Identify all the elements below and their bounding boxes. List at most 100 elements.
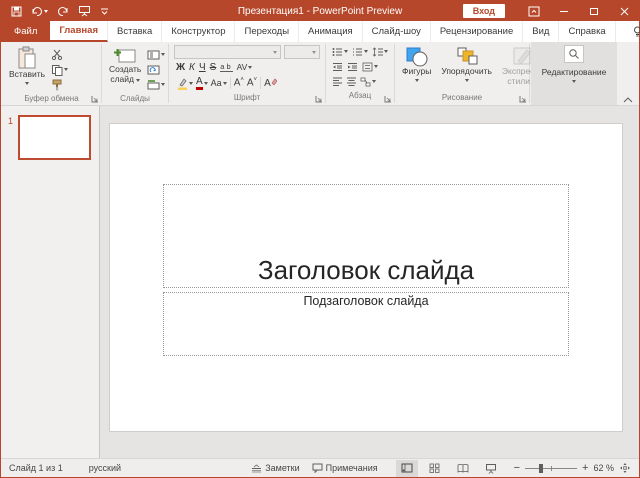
title-placeholder[interactable]: Заголовок слайда [163, 184, 569, 288]
subtitle-placeholder[interactable]: Подзаголовок слайда [163, 292, 569, 356]
normal-view-button[interactable] [396, 460, 418, 477]
notes-toggle[interactable]: Заметки [251, 463, 299, 473]
customize-qat-icon[interactable] [100, 7, 109, 16]
section-dropdown-icon[interactable] [161, 83, 165, 86]
font-color-button[interactable]: А [196, 77, 208, 90]
tab-view[interactable]: Вид [523, 21, 559, 42]
slide-sorter-view-button[interactable] [424, 460, 446, 477]
line-spacing-dropdown-icon[interactable] [384, 50, 388, 53]
new-slide-dropdown-icon[interactable] [136, 79, 140, 82]
sign-in-button[interactable]: Вход [463, 4, 505, 18]
paragraph-dialog-launcher[interactable] [384, 95, 392, 103]
tab-reference[interactable]: Справка [559, 21, 615, 42]
convert-smartart-button[interactable] [360, 77, 376, 87]
bullets-button[interactable] [332, 47, 348, 57]
editing-dropdown-icon[interactable] [572, 80, 576, 83]
slideshow-view-button[interactable] [480, 460, 502, 477]
reading-view-button[interactable] [452, 460, 474, 477]
fit-to-window-button[interactable] [619, 462, 631, 474]
minimize-button[interactable] [549, 1, 579, 21]
shrink-font-button[interactable]: А˅ [247, 77, 257, 88]
kerning-button[interactable]: AV [237, 62, 253, 72]
redo-icon[interactable] [57, 6, 69, 17]
grow-font-button[interactable]: А˄ [234, 77, 244, 88]
shapes-button[interactable]: Фигуры [398, 44, 435, 84]
undo-icon[interactable] [31, 6, 48, 17]
underline-button[interactable]: Ч [199, 62, 206, 73]
bold-button[interactable]: Ж [176, 62, 185, 73]
text-direction-button[interactable] [362, 62, 378, 72]
align-left-button[interactable] [332, 77, 342, 86]
text-direction-dropdown-icon[interactable] [374, 65, 378, 68]
slide-thumbnail[interactable] [18, 115, 91, 160]
close-button[interactable] [609, 1, 639, 21]
arrange-button[interactable]: Упорядочить [437, 44, 496, 84]
slide-layout-button[interactable] [145, 47, 167, 62]
undo-dropdown-icon[interactable] [44, 10, 48, 13]
character-spacing-button[interactable]: ab [220, 62, 232, 72]
shapes-dropdown-icon[interactable] [415, 79, 419, 82]
highlight-dropdown-icon[interactable] [189, 82, 193, 85]
font-size-combo[interactable] [284, 45, 320, 59]
start-presentation-icon[interactable] [78, 5, 91, 17]
editing-button[interactable]: Редактирование [531, 42, 617, 105]
font-size-dropdown-icon[interactable] [312, 51, 316, 54]
format-painter-button[interactable] [49, 77, 70, 92]
save-icon[interactable] [11, 6, 22, 17]
tab-insert[interactable]: Вставка [108, 21, 162, 42]
tab-home[interactable]: Главная [50, 21, 108, 42]
tab-help[interactable]: Помощь [624, 21, 640, 42]
align-center-button[interactable] [346, 77, 356, 86]
change-case-dropdown-icon[interactable] [223, 82, 227, 85]
restore-button[interactable] [579, 1, 609, 21]
copy-dropdown-icon[interactable] [64, 68, 68, 71]
increase-indent-button[interactable] [347, 62, 358, 72]
clipboard-group-label: Буфер обмена [5, 92, 98, 105]
clear-formatting-button[interactable]: А [264, 78, 277, 89]
font-color-dropdown-icon[interactable] [204, 82, 208, 85]
tab-review[interactable]: Рецензирование [431, 21, 523, 42]
cut-button[interactable] [49, 47, 70, 62]
kerning-dropdown-icon[interactable] [248, 66, 252, 69]
italic-button[interactable]: К [189, 62, 195, 73]
font-dialog-launcher[interactable] [315, 95, 323, 103]
ribbon-display-options-icon[interactable] [519, 1, 549, 21]
zoom-level[interactable]: 62 % [593, 463, 614, 473]
font-name-combo[interactable] [174, 45, 281, 59]
smartart-dropdown-icon[interactable] [372, 80, 376, 83]
numbering-dropdown-icon[interactable] [364, 50, 368, 53]
decrease-indent-button[interactable] [332, 62, 343, 72]
slide[interactable]: Заголовок слайда Подзаголовок слайда [110, 124, 622, 431]
language-indicator[interactable]: русский [89, 463, 121, 473]
new-slide-button[interactable]: Создать слайд [105, 44, 145, 87]
line-spacing-button[interactable] [372, 47, 388, 57]
bullets-dropdown-icon[interactable] [344, 50, 348, 53]
section-button[interactable] [145, 77, 167, 92]
comments-toggle[interactable]: Примечания [312, 463, 378, 473]
tab-transitions[interactable]: Переходы [235, 21, 299, 42]
drawing-dialog-launcher[interactable] [519, 95, 527, 103]
paste-button[interactable]: Вставить [5, 44, 49, 87]
slide-indicator[interactable]: Слайд 1 из 1 [9, 463, 63, 473]
change-case-button[interactable]: Aa [211, 78, 227, 88]
zoom-slider[interactable] [525, 468, 577, 469]
collapse-ribbon-icon[interactable] [623, 97, 633, 103]
font-name-dropdown-icon[interactable] [273, 51, 277, 54]
copy-button[interactable] [49, 62, 70, 77]
slide-thumbnail-panel[interactable]: 1 [1, 106, 100, 458]
strikethrough-button[interactable]: S [210, 62, 217, 73]
zoom-out-button[interactable]: − [514, 462, 520, 474]
layout-dropdown-icon[interactable] [161, 53, 165, 56]
tab-slideshow[interactable]: Слайд-шоу [363, 21, 431, 42]
tab-design[interactable]: Конструктор [162, 21, 235, 42]
zoom-in-button[interactable]: + [582, 462, 588, 474]
tab-file[interactable]: Файл [1, 21, 50, 42]
reset-slide-button[interactable] [145, 62, 167, 77]
arrange-dropdown-icon[interactable] [465, 79, 469, 82]
paste-dropdown-icon[interactable] [25, 82, 29, 85]
numbering-button[interactable] [352, 47, 368, 57]
tab-animations[interactable]: Анимация [299, 21, 363, 42]
highlight-button[interactable] [176, 77, 193, 90]
clipboard-dialog-launcher[interactable] [91, 95, 99, 103]
zoom-slider-handle[interactable] [539, 464, 543, 473]
